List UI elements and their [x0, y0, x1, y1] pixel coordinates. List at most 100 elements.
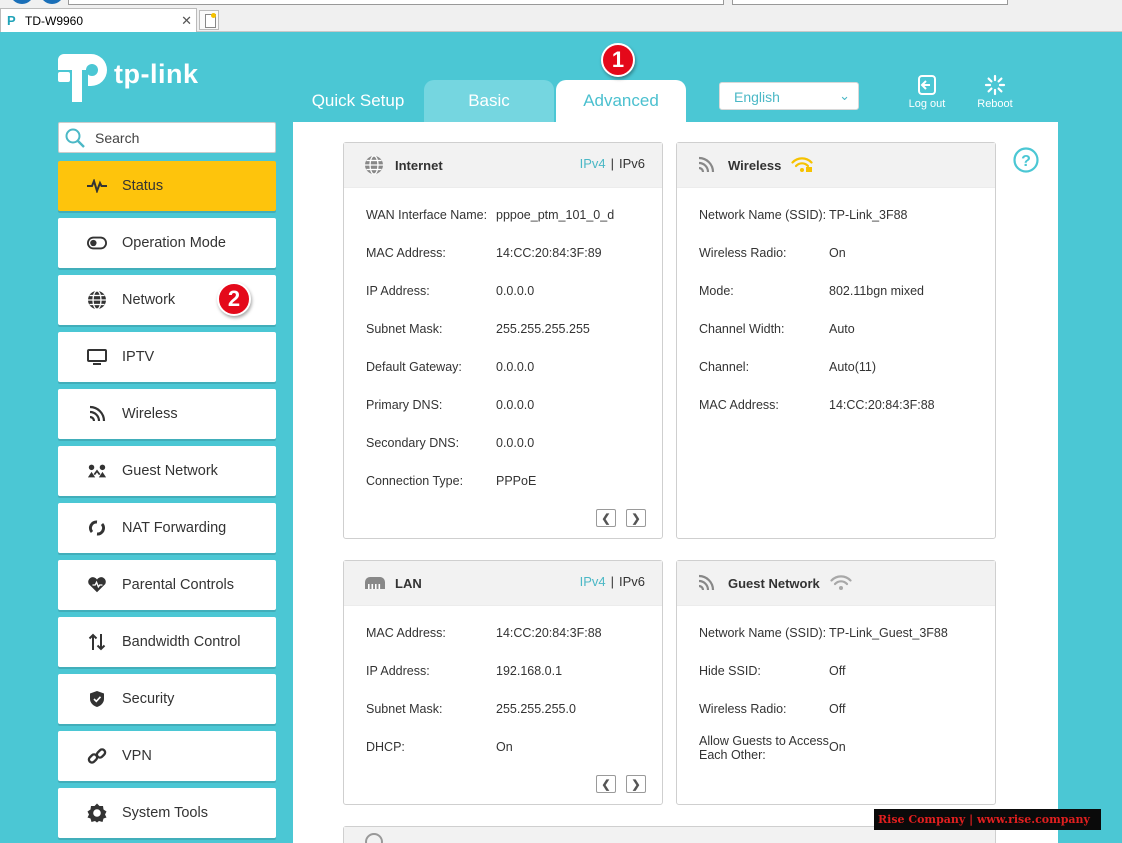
sidebar-item-bandwidth-control[interactable]: Bandwidth Control: [58, 617, 276, 667]
gear-icon: [87, 803, 107, 823]
search-box[interactable]: [58, 122, 276, 153]
arrows-icon: [87, 632, 107, 652]
info-label: Channel Width:: [699, 322, 785, 336]
step-badge-2: 2: [217, 282, 251, 316]
info-label: IP Address:: [366, 284, 430, 298]
info-value: Auto: [829, 322, 855, 336]
back-button[interactable]: [10, 0, 34, 4]
sidebar-item-iptv[interactable]: IPTV: [58, 332, 276, 382]
info-value: TP-Link_3F88: [829, 208, 908, 222]
info-value: Off: [829, 702, 846, 716]
step-badge-1: 1: [601, 43, 635, 77]
ethernet-port-icon: [364, 572, 386, 594]
sidebar-item-parental-controls[interactable]: Parental Controls: [58, 560, 276, 610]
lan-pager: ❮ ❯: [586, 775, 646, 793]
browser-tab[interactable]: P TD-W9960 ✕: [0, 8, 197, 32]
sidebar-item-label: Guest Network: [122, 463, 218, 479]
link-icon: [87, 746, 107, 766]
sidebar-item-operation-mode[interactable]: Operation Mode: [58, 218, 276, 268]
info-label: Wireless Radio:: [699, 246, 787, 260]
browser-chrome: P TD-W9960 ✕: [0, 0, 1122, 32]
info-label: Channel:: [699, 360, 750, 374]
sidebar-item-status[interactable]: Status: [58, 161, 276, 211]
language-value: English: [734, 89, 780, 105]
wireless-title: Wireless: [728, 157, 782, 173]
help-icon[interactable]: ?: [1013, 147, 1039, 173]
logo-text: tp-link: [114, 58, 199, 89]
info-value: PPPoE: [496, 474, 537, 488]
sidebar-item-label: VPN: [122, 748, 152, 764]
info-value: 0.0.0.0: [496, 398, 535, 412]
address-bar[interactable]: [68, 0, 724, 5]
forward-button[interactable]: [40, 0, 64, 4]
search-input[interactable]: [95, 129, 265, 146]
language-select[interactable]: English ⌄: [719, 82, 859, 110]
info-label: Default Gateway:: [366, 360, 462, 374]
internet-pager: ❮ ❯: [586, 509, 646, 527]
svg-text:?: ?: [1021, 153, 1031, 170]
top-navigation: Quick Setup Basic Advanced: [292, 80, 686, 122]
internet-title: Internet: [395, 157, 443, 173]
sidebar-item-wireless[interactable]: Wireless: [58, 389, 276, 439]
info-value: Auto(11): [829, 360, 877, 374]
info-label: Hide SSID:: [699, 664, 761, 678]
next-page-button[interactable]: ❯: [626, 775, 646, 793]
prev-page-button[interactable]: ❮: [596, 775, 616, 793]
sidebar-item-label: Wireless: [122, 406, 178, 422]
globe-icon: [87, 290, 107, 310]
ip-version-toggle: IPv4 | IPv6: [580, 574, 645, 589]
tab-basic[interactable]: Basic: [424, 80, 554, 122]
sidebar-item-guest-network[interactable]: Guest Network: [58, 446, 276, 496]
card-icon: [364, 831, 386, 843]
reboot-label: Reboot: [977, 98, 1013, 110]
ip-version-toggle: IPv4 | IPv6: [580, 156, 645, 171]
watermark-text: Rise Company | www.rise.company: [878, 813, 1090, 826]
wireless-card: Wireless Network Name (SSID): TP-Link_3F8…: [676, 142, 996, 539]
info-label: Secondary DNS:: [366, 436, 460, 450]
sidebar-item-label: System Tools: [122, 805, 208, 821]
nat-icon: [87, 518, 107, 538]
info-label: Connection Type:: [366, 474, 464, 488]
guest-icon: [87, 461, 107, 481]
sidebar-item-nat-forwarding[interactable]: NAT Forwarding: [58, 503, 276, 553]
info-label: Primary DNS:: [366, 398, 443, 412]
logout-button[interactable]: Log out: [897, 74, 957, 110]
sidebar-item-label: Parental Controls: [122, 577, 235, 593]
tab-advanced[interactable]: Advanced: [556, 80, 686, 122]
reboot-button[interactable]: Reboot: [965, 74, 1025, 110]
sidebar-item-system-tools[interactable]: System Tools: [58, 788, 276, 838]
info-value: TP-Link_Guest_3F88: [829, 626, 948, 640]
next-page-button[interactable]: ❯: [626, 509, 646, 527]
sidebar-item-label: NAT Forwarding: [122, 520, 227, 536]
guest-network-card: Guest Network Network Name (SSID): TP-Lin…: [676, 560, 996, 805]
pulse-icon: [87, 176, 107, 196]
sidebar-item-label: IPTV: [122, 349, 155, 365]
prev-page-button[interactable]: ❮: [596, 509, 616, 527]
ip-version-separator: |: [610, 156, 614, 171]
ipv4-link[interactable]: IPv4: [580, 574, 606, 589]
info-label: Wireless Radio:: [699, 702, 787, 716]
info-value: 0.0.0.0: [496, 284, 535, 298]
globe-icon: [364, 154, 386, 176]
guest-title: Guest Network: [728, 575, 820, 591]
info-value: 255.255.255.0: [496, 702, 576, 716]
ipv6-link[interactable]: IPv6: [619, 574, 645, 589]
info-label: MAC Address:: [366, 626, 446, 640]
heart-icon: [87, 575, 107, 595]
watermark: Rise Company | www.rise.company: [874, 809, 1101, 830]
info-label: Allow Guests to Access Each Other:: [699, 734, 829, 762]
new-tab-icon[interactable]: [199, 10, 219, 30]
logout-icon: [918, 75, 936, 95]
info-value: 0.0.0.0: [496, 360, 535, 374]
ipv6-link[interactable]: IPv6: [619, 156, 645, 171]
info-value: 14:CC:20:84:3F:89: [496, 246, 602, 260]
sidebar-item-security[interactable]: Security: [58, 674, 276, 724]
lan-title: LAN: [395, 575, 422, 591]
info-label: Mode:: [699, 284, 734, 298]
tab-quick-setup[interactable]: Quick Setup: [292, 80, 424, 122]
ipv4-link[interactable]: IPv4: [580, 156, 606, 171]
browser-search-bar[interactable]: [732, 0, 1008, 5]
sidebar-item-vpn[interactable]: VPN: [58, 731, 276, 781]
close-tab-icon[interactable]: ✕: [181, 13, 192, 29]
monitor-icon: [87, 347, 107, 367]
